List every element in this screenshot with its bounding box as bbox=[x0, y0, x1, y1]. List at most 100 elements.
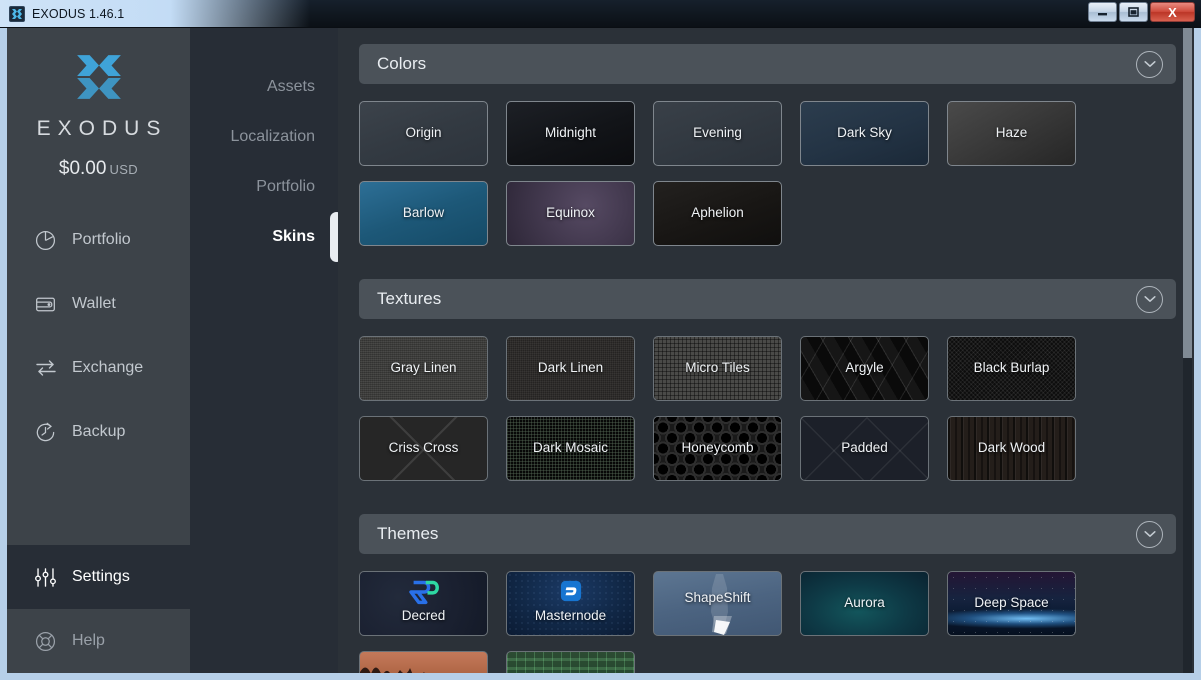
sidebar-item-wallet[interactable]: Wallet bbox=[7, 272, 190, 336]
skin-swatch-criss-cross[interactable]: Criss Cross bbox=[359, 416, 488, 481]
sidebar-item-label: Settings bbox=[72, 568, 130, 585]
skin-swatch-matrix[interactable]: Matrix bbox=[506, 651, 635, 673]
skin-swatch-black-burlap[interactable]: Black Burlap bbox=[947, 336, 1076, 401]
decred-logo-icon bbox=[360, 572, 487, 635]
close-button[interactable]: X bbox=[1150, 2, 1195, 22]
swatch-label: Evening bbox=[693, 125, 742, 141]
dash-badge-icon bbox=[507, 572, 634, 635]
section-title: Colors bbox=[377, 54, 427, 73]
pie-chart-icon bbox=[33, 228, 58, 253]
sidebar-item-label: Wallet bbox=[72, 295, 116, 312]
skins-panel: Colors Origin Midnight Evening Dark Sky … bbox=[338, 28, 1194, 673]
skin-swatch-dark-linen[interactable]: Dark Linen bbox=[506, 336, 635, 401]
content-scrollbar[interactable] bbox=[1183, 28, 1192, 673]
sidebar-nav-bottom: Settings Help bbox=[7, 545, 190, 673]
swatch-label: Equinox bbox=[546, 205, 595, 221]
swatch-label: ShapeShift bbox=[684, 590, 751, 606]
skin-swatch-padded[interactable]: Padded bbox=[800, 416, 929, 481]
swatch-label: Padded bbox=[841, 440, 888, 456]
sidebar-item-portfolio[interactable]: Portfolio bbox=[7, 208, 190, 272]
swatch-label: Argyle bbox=[845, 360, 884, 376]
backup-clock-icon bbox=[33, 420, 58, 445]
chevron-down-icon[interactable] bbox=[1136, 285, 1163, 313]
swatch-label: Decred bbox=[401, 608, 446, 624]
swatch-label: Dark Mosaic bbox=[532, 440, 608, 456]
swatch-label: Dark Sky bbox=[837, 125, 892, 141]
window-titlebar: EXODUS 1.46.1 X bbox=[0, 0, 1201, 28]
skin-swatch-micro-tiles[interactable]: Micro Tiles bbox=[653, 336, 782, 401]
brand-name: EXODUS bbox=[36, 117, 168, 140]
sidebar-item-label: Backup bbox=[72, 423, 126, 440]
section-header-colors[interactable]: Colors bbox=[359, 44, 1176, 84]
exodus-app-icon bbox=[9, 5, 25, 22]
swatch-label: Micro Tiles bbox=[685, 360, 750, 376]
section-title: Textures bbox=[377, 289, 442, 308]
sidebar-item-exchange[interactable]: Exchange bbox=[7, 336, 190, 400]
skin-swatch-dark-wood[interactable]: Dark Wood bbox=[947, 416, 1076, 481]
skin-swatch-aurora[interactable]: Aurora bbox=[800, 571, 929, 636]
skin-swatch-origin[interactable]: Origin bbox=[359, 101, 488, 166]
textures-grid: Gray Linen Dark Linen Micro Tiles Argyle bbox=[359, 336, 1176, 496]
colors-grid: Origin Midnight Evening Dark Sky Haze Ba… bbox=[359, 101, 1176, 261]
skin-swatch-gray-linen[interactable]: Gray Linen bbox=[359, 336, 488, 401]
skin-swatch-shapeshift[interactable]: ShapeShift bbox=[653, 571, 782, 636]
balance-currency: USD bbox=[109, 162, 139, 177]
swatch-label: Dark Wood bbox=[977, 440, 1046, 456]
swatch-label: Gray Linen bbox=[390, 360, 457, 376]
settings-subnav: Assets Localization Portfolio Skins bbox=[190, 28, 343, 673]
skin-swatch-dark-mosaic[interactable]: Dark Mosaic bbox=[506, 416, 635, 481]
skin-swatch-evening[interactable]: Evening bbox=[653, 101, 782, 166]
section-header-themes[interactable]: Themes bbox=[359, 514, 1176, 554]
chevron-down-icon[interactable] bbox=[1136, 520, 1163, 548]
skin-swatch-dark-sky[interactable]: Dark Sky bbox=[800, 101, 929, 166]
skin-swatch-honeycomb[interactable]: Honeycomb bbox=[653, 416, 782, 481]
skin-swatch-haze[interactable]: Haze bbox=[947, 101, 1076, 166]
skin-swatch-equinox[interactable]: Equinox bbox=[506, 181, 635, 246]
swatch-label: Haze bbox=[995, 125, 1028, 141]
skin-swatch-midnight[interactable]: Midnight bbox=[506, 101, 635, 166]
sidebar-item-label: Help bbox=[72, 632, 105, 649]
balance-amount: $0.00 bbox=[58, 158, 107, 179]
window-controls: X bbox=[1088, 2, 1195, 22]
swatch-label: Masternode bbox=[534, 608, 607, 624]
section-themes: Themes Decred Masternode ShapeShift Auro… bbox=[359, 514, 1176, 673]
subnav-item-localization[interactable]: Localization bbox=[190, 112, 338, 162]
section-textures: Textures Gray Linen Dark Linen Micro Til… bbox=[359, 279, 1176, 496]
subnav-item-portfolio[interactable]: Portfolio bbox=[190, 162, 338, 212]
subnav-item-skins[interactable]: Skins bbox=[190, 212, 343, 262]
exodus-logo-icon bbox=[7, 50, 190, 104]
chevron-down-icon[interactable] bbox=[1136, 50, 1163, 78]
scrollbar-thumb[interactable] bbox=[1183, 28, 1192, 358]
sidebar-nav: Portfolio Wallet Exchange Backup bbox=[7, 208, 190, 464]
skin-swatch-masternode[interactable]: Masternode bbox=[506, 571, 635, 636]
sliders-icon bbox=[33, 565, 58, 590]
subnav-item-label: Skins bbox=[272, 228, 315, 245]
sidebar-item-help[interactable]: Help bbox=[7, 609, 190, 673]
skin-swatch-barlow[interactable]: Barlow bbox=[359, 181, 488, 246]
maximize-button[interactable] bbox=[1119, 2, 1148, 22]
skin-swatch-dusk-sky[interactable]: Dusk Sky bbox=[359, 651, 488, 673]
swatch-label: Criss Cross bbox=[388, 440, 459, 456]
section-header-textures[interactable]: Textures bbox=[359, 279, 1176, 319]
skin-swatch-deep-space[interactable]: Deep Space bbox=[947, 571, 1076, 636]
skin-swatch-decred[interactable]: Decred bbox=[359, 571, 488, 636]
section-title: Themes bbox=[377, 524, 439, 543]
swatch-label: Aphelion bbox=[691, 205, 744, 221]
themes-grid: Decred Masternode ShapeShift Aurora Deep… bbox=[359, 571, 1176, 673]
swatch-label: Aurora bbox=[844, 595, 885, 611]
exodus-window: EXODUS 1.46.1 X EXODUS $0.00 USD Portfol… bbox=[0, 0, 1201, 680]
subnav-item-label: Portfolio bbox=[256, 178, 315, 195]
minimize-button[interactable] bbox=[1088, 2, 1117, 22]
swatch-label: Black Burlap bbox=[973, 360, 1050, 376]
swatch-label: Barlow bbox=[402, 205, 445, 221]
life-ring-icon bbox=[33, 629, 58, 654]
skin-swatch-argyle[interactable]: Argyle bbox=[800, 336, 929, 401]
subnav-item-assets[interactable]: Assets bbox=[190, 62, 338, 112]
skin-swatch-aphelion[interactable]: Aphelion bbox=[653, 181, 782, 246]
sidebar-item-backup[interactable]: Backup bbox=[7, 400, 190, 464]
swatch-label: Honeycomb bbox=[681, 440, 754, 456]
primary-sidebar: EXODUS $0.00 USD Portfolio Wallet Exchan… bbox=[7, 28, 190, 673]
sidebar-item-label: Portfolio bbox=[72, 231, 131, 248]
section-colors: Colors Origin Midnight Evening Dark Sky … bbox=[359, 44, 1176, 261]
sidebar-item-settings[interactable]: Settings bbox=[7, 545, 190, 609]
